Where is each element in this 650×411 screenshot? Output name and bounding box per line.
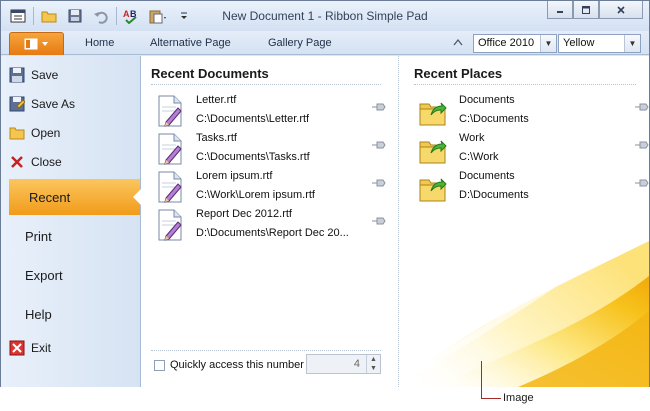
stepper-buttons[interactable]: ▲ ▼ bbox=[366, 355, 380, 373]
save-command[interactable]: Save bbox=[9, 64, 58, 86]
annotation-line bbox=[481, 398, 501, 399]
theme-combo-value: Office 2010 bbox=[478, 37, 535, 49]
save-as-icon bbox=[9, 96, 25, 112]
tab-alternative-page[interactable]: Alternative Page bbox=[150, 37, 231, 49]
pin-icon[interactable] bbox=[635, 102, 649, 112]
color-combo[interactable]: Yellow ▼ bbox=[558, 34, 641, 53]
place-path: C:\Documents bbox=[459, 113, 529, 125]
pin-icon[interactable] bbox=[372, 140, 386, 150]
recent-document-item[interactable]: Tasks.rtf C:\Documents\Tasks.rtf bbox=[156, 131, 386, 165]
folder-icon bbox=[419, 140, 447, 164]
recent-place-item[interactable]: Documents C:\Documents bbox=[419, 93, 649, 127]
pin-icon[interactable] bbox=[372, 102, 386, 112]
color-combo-value: Yellow bbox=[563, 37, 595, 49]
quick-access-setting: Quickly access this number o 4 ▲ ▼ bbox=[151, 353, 381, 377]
ribbon-tab-bar: Home Alternative Page Gallery Page Offic… bbox=[1, 31, 649, 55]
document-icon bbox=[158, 209, 182, 241]
chevron-down-icon bbox=[42, 42, 48, 46]
divider bbox=[151, 350, 381, 351]
open-label: Open bbox=[31, 126, 61, 140]
app-window: AB New Document 1 - Ribbon Simple Pad Ho… bbox=[0, 0, 650, 387]
quick-access-label: Quickly access this number o bbox=[170, 359, 314, 371]
document-path: C:\Documents\Tasks.rtf bbox=[196, 151, 310, 163]
chevron-down-icon[interactable]: ▼ bbox=[624, 35, 640, 52]
collapse-ribbon-icon[interactable] bbox=[453, 38, 463, 48]
close-x-icon bbox=[11, 156, 23, 168]
close-command[interactable]: Close bbox=[9, 151, 62, 173]
title-bar: AB New Document 1 - Ribbon Simple Pad bbox=[1, 1, 649, 31]
tab-print[interactable]: Print bbox=[1, 218, 140, 254]
recent-document-item[interactable]: Letter.rtf C:\Documents\Letter.rtf bbox=[156, 93, 386, 127]
background-swirl-image bbox=[398, 208, 649, 387]
document-name: Report Dec 2012.rtf bbox=[196, 208, 292, 220]
close-icon[interactable] bbox=[599, 1, 643, 19]
document-icon bbox=[158, 171, 182, 203]
backstage-nav: Save Save As Open Close Recent Print Exp… bbox=[1, 56, 141, 387]
recent-document-item[interactable]: Lorem ipsum.rtf C:\Work\Lorem ipsum.rtf bbox=[156, 169, 386, 203]
theme-combo[interactable]: Office 2010 ▼ bbox=[473, 34, 557, 53]
recent-places-heading: Recent Places bbox=[414, 66, 503, 81]
document-name: Tasks.rtf bbox=[196, 132, 237, 144]
divider bbox=[414, 84, 636, 85]
pin-icon[interactable] bbox=[372, 216, 386, 226]
maximize-icon[interactable] bbox=[573, 1, 599, 19]
quick-access-checkbox[interactable] bbox=[154, 360, 165, 371]
tab-home[interactable]: Home bbox=[85, 37, 114, 49]
tab-export[interactable]: Export bbox=[1, 257, 140, 293]
recent-document-item[interactable]: Report Dec 2012.rtf D:\Documents\Report … bbox=[156, 207, 386, 241]
window-controls bbox=[547, 1, 643, 19]
tab-gallery-page[interactable]: Gallery Page bbox=[268, 37, 332, 49]
document-name: Letter.rtf bbox=[196, 94, 237, 106]
recent-documents-heading: Recent Documents bbox=[151, 66, 269, 81]
save-icon bbox=[9, 67, 25, 83]
document-icon bbox=[158, 133, 182, 165]
divider bbox=[151, 84, 381, 85]
exit-icon bbox=[9, 340, 25, 356]
place-path: C:\Work bbox=[459, 151, 499, 163]
save-as-command[interactable]: Save As bbox=[9, 93, 75, 115]
chevron-down-icon[interactable]: ▼ bbox=[540, 35, 556, 52]
open-command[interactable]: Open bbox=[9, 122, 60, 144]
tab-recent[interactable]: Recent bbox=[9, 179, 141, 215]
pin-icon[interactable] bbox=[372, 178, 386, 188]
place-name: Work bbox=[459, 132, 485, 144]
exit-command[interactable]: Exit bbox=[9, 337, 51, 359]
save-label: Save bbox=[31, 68, 59, 82]
document-icon bbox=[158, 95, 182, 127]
close-label: Close bbox=[31, 155, 62, 169]
place-name: Documents bbox=[459, 94, 515, 106]
pin-icon[interactable] bbox=[635, 140, 649, 150]
open-folder-icon bbox=[9, 127, 25, 140]
annotation-label: Image bbox=[503, 392, 534, 404]
document-path: C:\Work\Lorem ipsum.rtf bbox=[196, 189, 315, 201]
file-tab[interactable] bbox=[9, 32, 64, 55]
backstage-view: Save Save As Open Close Recent Print Exp… bbox=[1, 56, 649, 387]
quick-access-number-stepper[interactable]: 4 ▲ ▼ bbox=[306, 354, 381, 374]
tab-help[interactable]: Help bbox=[1, 296, 140, 332]
document-path: C:\Documents\Letter.rtf bbox=[196, 113, 310, 125]
minimize-icon[interactable] bbox=[547, 1, 573, 19]
annotation-line bbox=[481, 361, 482, 399]
file-menu-icon bbox=[24, 38, 38, 50]
quick-access-number-value: 4 bbox=[353, 358, 360, 370]
exit-label: Exit bbox=[31, 341, 52, 355]
save-as-label: Save As bbox=[31, 97, 76, 111]
document-name: Lorem ipsum.rtf bbox=[196, 170, 273, 182]
folder-icon bbox=[419, 102, 447, 126]
recent-place-item[interactable]: Work C:\Work bbox=[419, 131, 649, 165]
document-path: D:\Documents\Report Dec 20... bbox=[196, 227, 349, 239]
